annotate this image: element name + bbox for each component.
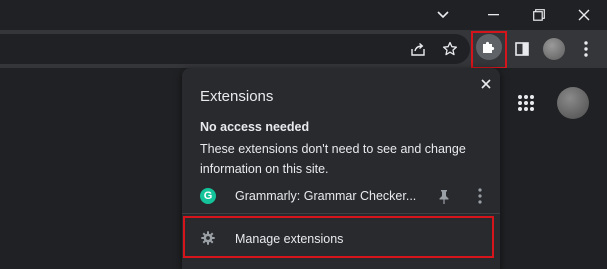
minimize-button[interactable]	[470, 0, 516, 30]
profile-avatar[interactable]	[543, 38, 565, 60]
address-bar[interactable]	[0, 34, 470, 64]
extension-row-grammarly[interactable]: G Grammarly: Grammar Checker...	[182, 185, 500, 209]
section-heading: No access needed	[200, 120, 310, 134]
popup-divider	[182, 213, 500, 214]
kebab-menu-icon	[584, 41, 588, 57]
google-apps-button[interactable]	[517, 94, 535, 117]
minimize-icon	[487, 14, 499, 16]
close-icon	[578, 9, 590, 21]
pin-button[interactable]	[437, 189, 451, 205]
share-button[interactable]	[408, 39, 428, 59]
close-window-button[interactable]	[561, 0, 607, 30]
popup-close-button[interactable]	[478, 76, 494, 92]
tab-search-button[interactable]	[420, 0, 466, 30]
section-description: These extensions don't need to see and c…	[200, 142, 466, 176]
extension-more-button[interactable]	[478, 188, 488, 206]
star-icon	[442, 41, 458, 56]
side-panel-icon	[515, 42, 529, 56]
popup-title: Extensions	[200, 88, 274, 105]
extension-name[interactable]: Grammarly: Grammar Checker...	[235, 189, 416, 203]
google-account-avatar[interactable]	[557, 87, 589, 119]
title-bar	[0, 0, 607, 30]
extensions-button-highlight	[471, 31, 507, 69]
side-panel-button[interactable]	[512, 39, 532, 59]
share-icon	[411, 42, 425, 56]
bookmark-button[interactable]	[440, 39, 460, 59]
apps-grid-icon	[518, 95, 534, 111]
restore-button[interactable]	[516, 0, 562, 30]
close-icon	[481, 79, 491, 89]
restore-icon	[533, 9, 545, 21]
chrome-menu-button[interactable]	[576, 39, 596, 59]
kebab-menu-icon	[478, 188, 482, 204]
grammarly-icon: G	[200, 188, 216, 204]
chevron-down-icon	[437, 11, 449, 19]
browser-toolbar	[0, 30, 607, 68]
manage-extensions-highlight	[183, 216, 494, 258]
pin-icon	[439, 190, 449, 204]
